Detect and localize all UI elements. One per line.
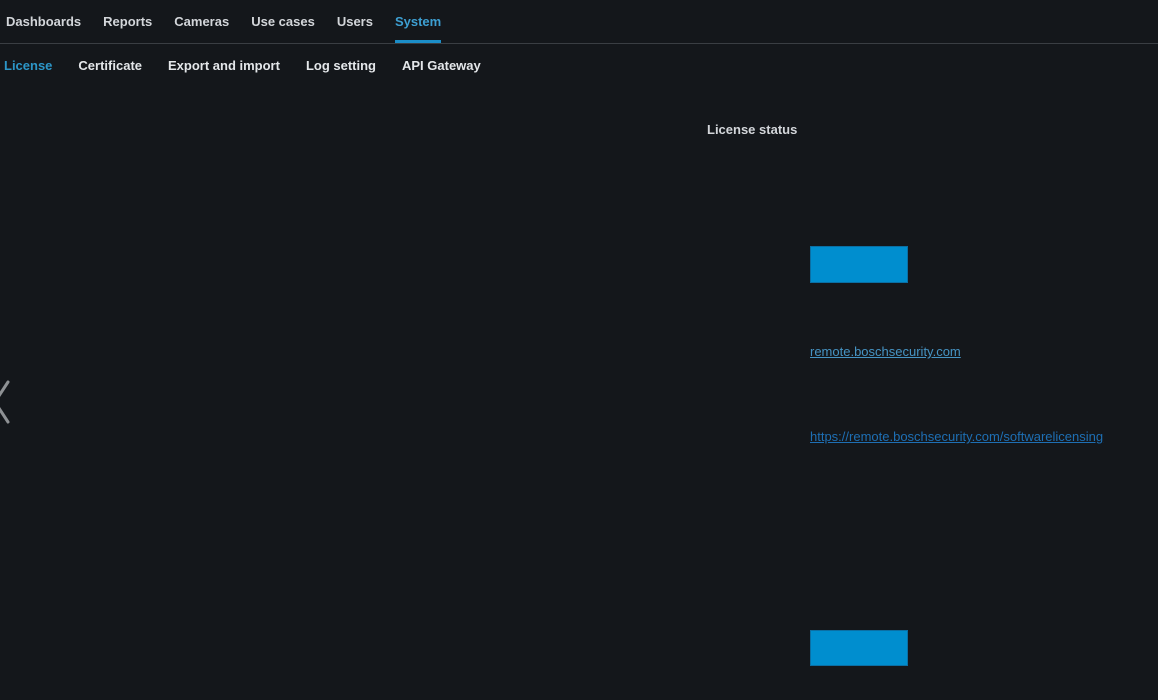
subtab-license[interactable]: License bbox=[4, 58, 52, 73]
subtab-certificate[interactable]: Certificate bbox=[78, 58, 142, 73]
tab-users[interactable]: Users bbox=[337, 0, 373, 43]
subtab-log-setting[interactable]: Log setting bbox=[306, 58, 376, 73]
top-navigation: Dashboards Reports Cameras Use cases Use… bbox=[0, 0, 1158, 44]
subtab-api-gateway[interactable]: API Gateway bbox=[402, 58, 481, 73]
license-action-button-top[interactable] bbox=[810, 246, 908, 283]
remote-boschsecurity-link[interactable]: remote.boschsecurity.com bbox=[810, 344, 961, 359]
license-action-button-bottom[interactable] bbox=[810, 630, 908, 666]
tab-cameras[interactable]: Cameras bbox=[174, 0, 229, 43]
tab-use-cases[interactable]: Use cases bbox=[251, 0, 315, 43]
panel-collapse-toggle[interactable] bbox=[0, 379, 11, 425]
license-status-label: License status bbox=[707, 122, 797, 137]
software-licensing-portal-link[interactable]: https://remote.boschsecurity.com/softwar… bbox=[810, 429, 1103, 444]
license-page: Dashboards Reports Cameras Use cases Use… bbox=[0, 0, 1158, 700]
system-sub-navigation: License Certificate Export and import Lo… bbox=[0, 44, 1158, 86]
tab-system[interactable]: System bbox=[395, 0, 441, 43]
subtab-export-and-import[interactable]: Export and import bbox=[168, 58, 280, 73]
tab-dashboards[interactable]: Dashboards bbox=[6, 0, 81, 43]
chevron-left-icon bbox=[0, 379, 11, 425]
tab-reports[interactable]: Reports bbox=[103, 0, 152, 43]
